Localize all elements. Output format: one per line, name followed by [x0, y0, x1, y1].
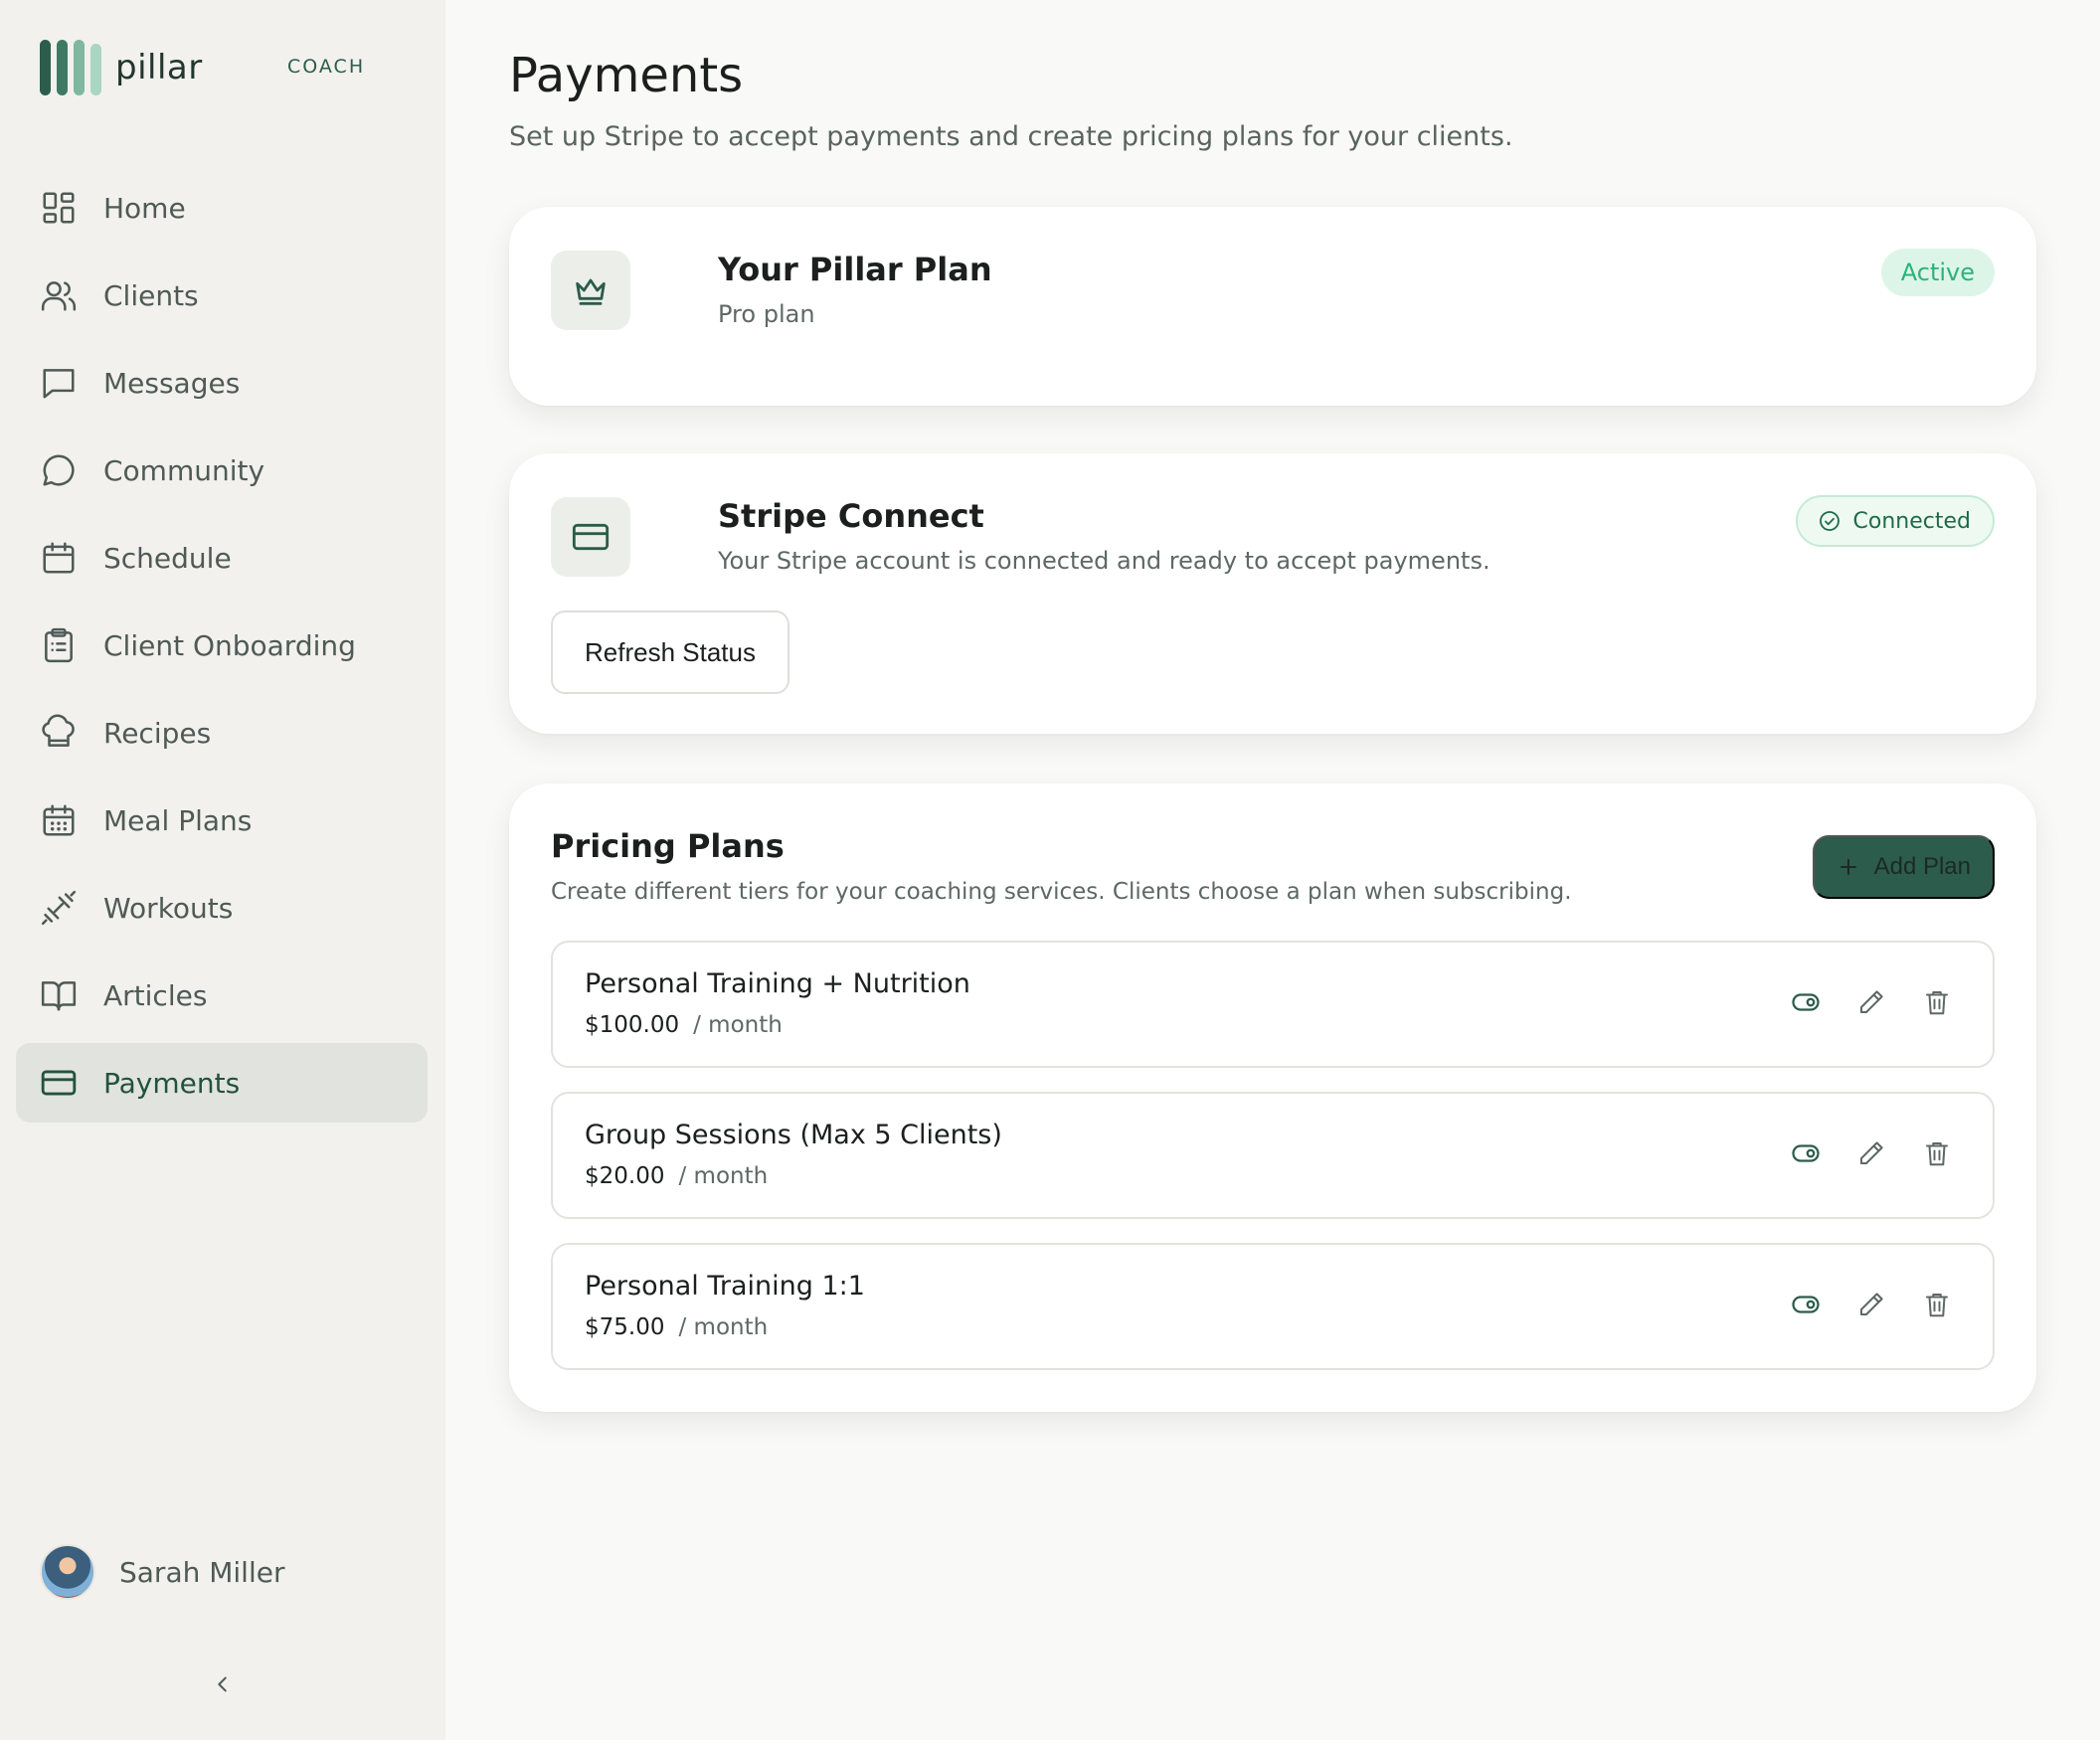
trash-icon: [1926, 1294, 1948, 1317]
sidebar-item-payments[interactable]: Payments: [16, 1043, 428, 1123]
brand-tag: COACH: [287, 56, 366, 78]
status-badge: Active: [1880, 249, 1995, 296]
plan-price: $20.00: [585, 1163, 665, 1189]
sidebar-item-recipes[interactable]: Recipes: [16, 693, 428, 773]
sidebar-item-articles[interactable]: Articles: [16, 956, 428, 1035]
plus-icon: [1839, 859, 1856, 875]
message-square-icon: [40, 364, 78, 402]
pencil-icon: [1860, 990, 1883, 1013]
plan-name: Group Sessions (Max 5 Clients): [585, 1120, 1002, 1150]
refresh-status-button[interactable]: Refresh Status: [551, 610, 789, 694]
toggle-on-icon: [1792, 1296, 1820, 1313]
stripe-title: Stripe Connect: [718, 497, 984, 535]
sidebar: pillar COACH Home Clients Messages Commu: [0, 0, 445, 1740]
plan-period: / month: [678, 1314, 769, 1340]
add-plan-button[interactable]: Add Plan: [1812, 835, 1995, 899]
avatar: [40, 1544, 95, 1600]
sidebar-item-schedule[interactable]: Schedule: [16, 518, 428, 598]
sidebar-item-home[interactable]: Home: [16, 168, 428, 248]
sidebar-item-community[interactable]: Community: [16, 431, 428, 510]
sidebar-item-label: Meal Plans: [103, 803, 253, 837]
users-icon: [40, 276, 78, 314]
add-plan-label: Add Plan: [1873, 853, 1971, 880]
plan-row: Personal Training 1:1 $75.00 / month: [551, 1243, 1995, 1370]
collapse-sidebar-button[interactable]: [207, 1668, 239, 1700]
credit-card-icon: [40, 1064, 78, 1102]
sidebar-item-workouts[interactable]: Workouts: [16, 868, 428, 948]
sidebar-item-label: Clients: [103, 278, 199, 312]
toggle-visibility-button[interactable]: [1790, 986, 1822, 1018]
sidebar-item-label: Client Onboarding: [103, 628, 356, 662]
plan-period: / month: [693, 1012, 783, 1038]
edit-plan-button[interactable]: [1855, 1289, 1887, 1320]
sidebar-item-label: Home: [103, 191, 186, 225]
trash-icon: [1926, 991, 1948, 1015]
sidebar-item-label: Recipes: [103, 716, 212, 750]
trash-icon: [1926, 1142, 1948, 1166]
calendar-icon: [40, 539, 78, 577]
chef-hat-icon: [40, 714, 78, 752]
main-content: Payments Set up Stripe to accept payment…: [445, 0, 2100, 1740]
plan-row: Personal Training + Nutrition $100.00 / …: [551, 941, 1995, 1068]
pencil-icon: [1860, 1141, 1883, 1164]
sidebar-item-label: Articles: [103, 978, 208, 1012]
toggle-visibility-button[interactable]: [1790, 1137, 1822, 1169]
stripe-connect-card: Stripe Connect Your Stripe account is co…: [509, 453, 2036, 734]
sidebar-item-label: Schedule: [103, 541, 232, 575]
toggle-on-icon: [1792, 993, 1820, 1011]
sidebar-item-label: Community: [103, 453, 265, 487]
brand-logo[interactable]: pillar: [40, 40, 203, 95]
sidebar-item-label: Messages: [103, 366, 241, 400]
plan-price: $75.00: [585, 1314, 665, 1340]
sidebar-item-messages[interactable]: Messages: [16, 343, 428, 423]
user-profile[interactable]: Sarah Miller: [40, 1544, 284, 1600]
page-subtitle: Set up Stripe to accept payments and cre…: [509, 121, 1513, 152]
delete-plan-button[interactable]: [1921, 1289, 1953, 1320]
pillar-plan-title: Your Pillar Plan: [718, 251, 992, 288]
pricing-plans-card: Pricing Plans Create different tiers for…: [509, 783, 2036, 1412]
profile-name: Sarah Miller: [119, 1555, 285, 1589]
stripe-description: Your Stripe account is connected and rea…: [718, 547, 1490, 575]
brand-name: pillar: [115, 48, 203, 87]
pricing-title: Pricing Plans: [551, 827, 785, 865]
connected-label: Connected: [1852, 508, 1971, 534]
delete-plan-button[interactable]: [1921, 986, 1953, 1018]
home-grid-icon: [40, 189, 78, 227]
connected-badge: Connected: [1795, 495, 1995, 547]
clipboard-icon: [40, 626, 78, 664]
sidebar-item-clients[interactable]: Clients: [16, 256, 428, 335]
calendar-grid-icon: [40, 801, 78, 839]
chat-bubble-icon: [40, 451, 78, 489]
pillar-plan-name: Pro plan: [718, 300, 815, 328]
sidebar-item-meal-plans[interactable]: Meal Plans: [16, 781, 428, 860]
dumbbell-icon: [40, 889, 78, 927]
plan-row: Group Sessions (Max 5 Clients) $20.00 / …: [551, 1092, 1995, 1219]
sidebar-nav: Home Clients Messages Community Schedule: [16, 168, 428, 1131]
pricing-description: Create different tiers for your coaching…: [551, 879, 1572, 905]
credit-card-icon: [551, 497, 630, 577]
chevron-left-icon: [218, 1676, 227, 1692]
toggle-visibility-button[interactable]: [1790, 1289, 1822, 1320]
plan-price: $100.00: [585, 1012, 680, 1038]
edit-plan-button[interactable]: [1855, 986, 1887, 1018]
crown-icon: [551, 251, 630, 330]
check-circle-icon: [1819, 511, 1839, 531]
sidebar-item-label: Workouts: [103, 891, 234, 925]
plan-name: Personal Training 1:1: [585, 1271, 865, 1302]
plan-period: / month: [678, 1163, 769, 1189]
pillar-logo-icon: [40, 40, 101, 95]
page-title: Payments: [509, 48, 744, 103]
pencil-icon: [1860, 1293, 1883, 1315]
sidebar-item-label: Payments: [103, 1066, 241, 1100]
plan-name: Personal Training + Nutrition: [585, 968, 970, 999]
sidebar-item-client-onboarding[interactable]: Client Onboarding: [16, 606, 428, 685]
delete-plan-button[interactable]: [1921, 1137, 1953, 1169]
book-open-icon: [40, 976, 78, 1014]
pillar-plan-card: Your Pillar Plan Pro plan Active: [509, 207, 2036, 406]
toggle-on-icon: [1792, 1144, 1820, 1162]
edit-plan-button[interactable]: [1855, 1137, 1887, 1169]
